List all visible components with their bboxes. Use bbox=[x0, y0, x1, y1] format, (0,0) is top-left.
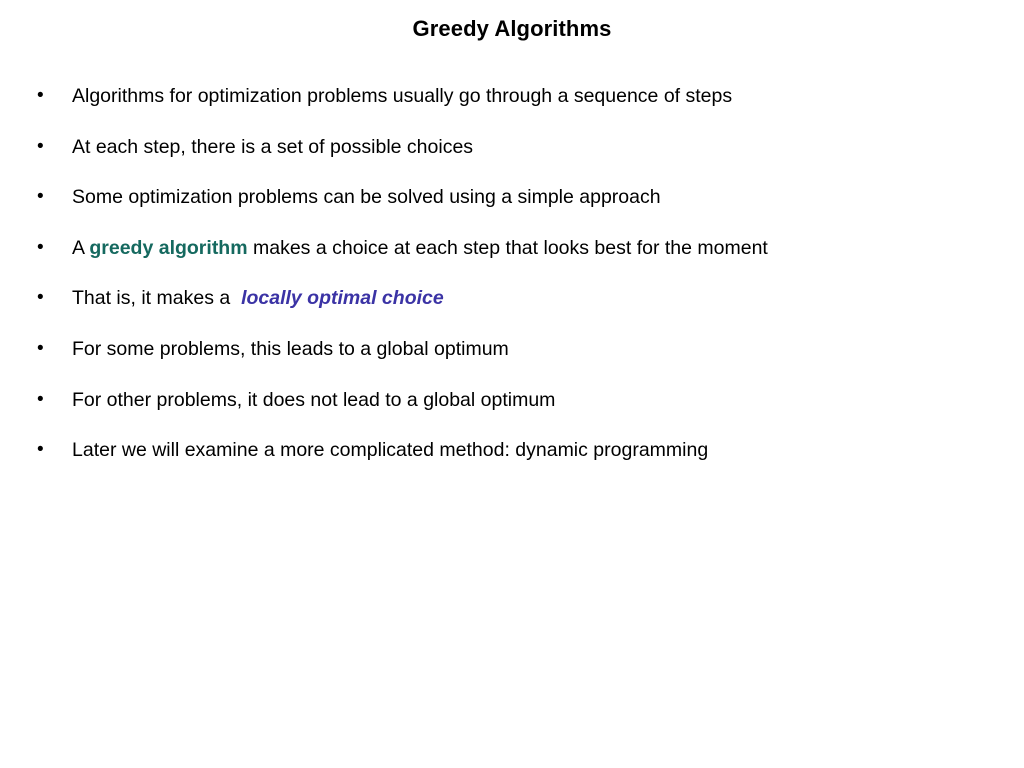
bullet-item-text: That is, it makes a locally optimal choi… bbox=[72, 285, 1014, 311]
bullet-item: • Some optimization problems can be solve… bbox=[34, 184, 1014, 235]
bullet-point-icon: • bbox=[37, 337, 44, 359]
bullet-text-segment: A bbox=[72, 236, 90, 259]
bullet-item: • At each step, there is a set of possibl… bbox=[34, 134, 1014, 185]
bullet-item: • For some problems, this leads to a glob… bbox=[34, 336, 1014, 387]
emphasis-locally-optimal-choice: locally optimal choice bbox=[241, 287, 444, 310]
bullet-item: • That is, it makes a locally optimal cho… bbox=[34, 285, 1014, 336]
bullet-text-segment: For other problems, it does not lead to … bbox=[72, 388, 556, 411]
bullet-point-icon: • bbox=[37, 85, 44, 106]
bullet-item: • Algorithms for optimization problems us… bbox=[34, 83, 1014, 134]
bullet-item-text: Later we will examine a more complicated… bbox=[72, 437, 1014, 463]
bullet-item-text: A greedy algorithm makes a choice at eac… bbox=[72, 235, 1014, 261]
bullet-item-text: Some optimization problems can be solved… bbox=[72, 184, 1014, 210]
bullet-item-text: At each step, there is a set of possible… bbox=[72, 134, 1014, 160]
bullet-item-text: For other problems, it does not lead to … bbox=[72, 387, 1014, 413]
bullet-text-segment: makes a choice at each step that looks b… bbox=[247, 236, 768, 259]
bullet-item: • For other problems, it does not lead to… bbox=[34, 387, 1014, 438]
bullet-point-icon: • bbox=[37, 236, 44, 258]
emphasis-greedy-algorithm: greedy algorithm bbox=[89, 236, 248, 259]
bullet-text-segment: Later we will examine a more complicated… bbox=[72, 439, 709, 462]
bullet-item-text: For some problems, this leads to a globa… bbox=[72, 336, 1014, 362]
bullet-item-text: Algorithms for optimization problems usu… bbox=[72, 83, 1014, 109]
bullet-point-icon: • bbox=[37, 186, 44, 208]
bullet-text-segment: For some problems, this leads to a globa… bbox=[72, 337, 509, 360]
slide-canvas: Greedy Algorithms • Algorithms for optimi… bbox=[0, 0, 1024, 768]
bullet-point-icon: • bbox=[37, 388, 44, 410]
page-title: Greedy Algorithms bbox=[412, 16, 612, 41]
bullet-item: • A greedy algorithm makes a choice at ea… bbox=[34, 235, 1014, 286]
bullet-text-segment: That is, it makes a bbox=[72, 287, 242, 310]
bullet-point-icon: • bbox=[37, 287, 44, 309]
bullet-list: • Algorithms for optimization problems us… bbox=[34, 83, 1014, 488]
bullet-text-segment: Algorithms for optimization problems usu… bbox=[72, 85, 733, 107]
bullet-point-icon: • bbox=[37, 135, 44, 157]
bullet-item: • Later we will examine a more complicate… bbox=[34, 437, 1014, 488]
bullet-point-icon: • bbox=[37, 439, 44, 461]
bullet-text-segment: At each step, there is a set of possible… bbox=[72, 135, 474, 158]
bullet-text-segment: Some optimization problems can be solved… bbox=[72, 186, 661, 209]
